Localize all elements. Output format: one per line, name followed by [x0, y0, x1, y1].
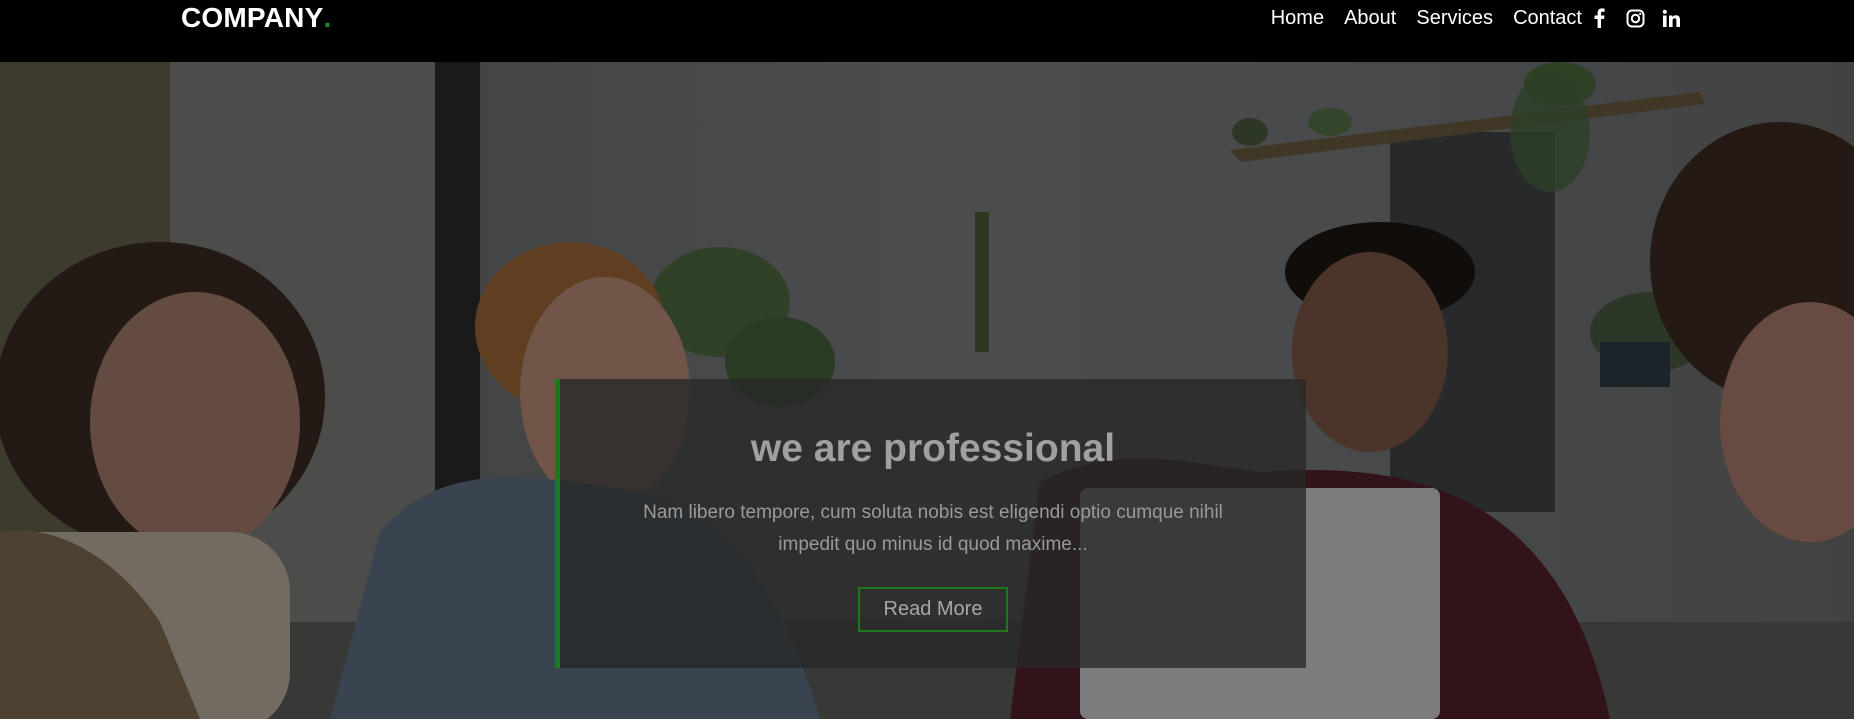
hero-text: Nam libero tempore, cum soluta nobis est… [643, 502, 1223, 555]
linkedin-icon[interactable] [1661, 8, 1681, 28]
site-header: COMPANY. Home About Services Contact [0, 0, 1854, 62]
logo[interactable]: COMPANY. [181, 0, 331, 36]
read-more-button[interactable]: Read More [857, 587, 1009, 632]
instagram-icon[interactable] [1625, 8, 1645, 28]
nav-about-link[interactable]: About [1344, 7, 1396, 30]
facebook-icon[interactable] [1589, 8, 1609, 28]
hero-card: we are professional Nam libero tempore, … [555, 379, 1306, 668]
nav-services-link[interactable]: Services [1416, 7, 1493, 30]
social-links [1589, 0, 1681, 36]
main-nav: Home About Services Contact [1271, 0, 1582, 36]
nav-home-link[interactable]: Home [1271, 7, 1324, 30]
logo-dot: . [323, 2, 332, 33]
nav-contact-link[interactable]: Contact [1513, 7, 1582, 30]
hero-title: we are professional [750, 427, 1116, 470]
logo-text: COMPANY [181, 2, 324, 33]
hero-section: we are professional Nam libero tempore, … [0, 62, 1854, 719]
